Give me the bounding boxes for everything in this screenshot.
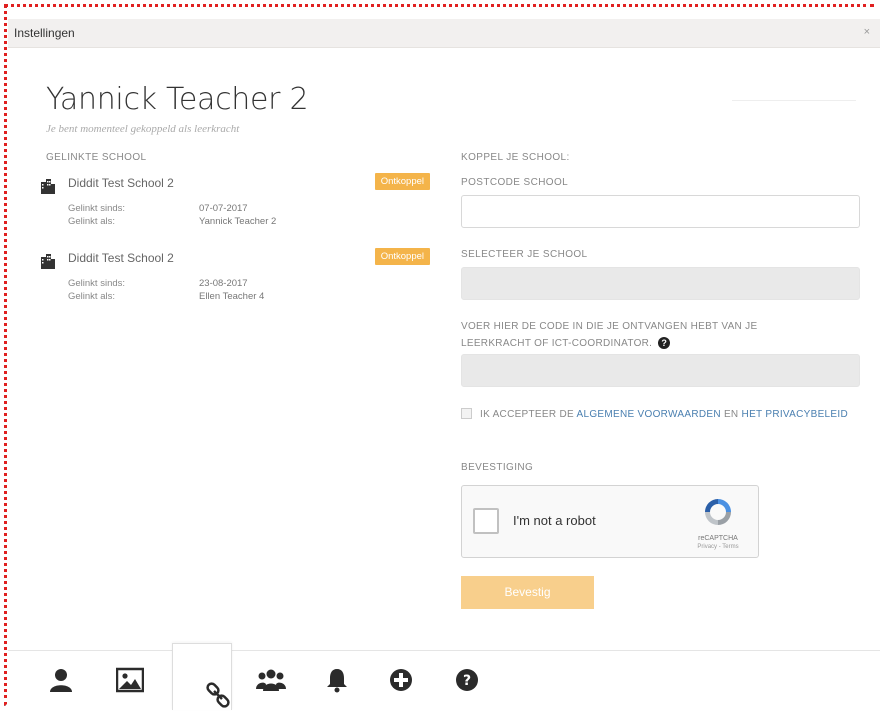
school-select[interactable] <box>461 267 860 300</box>
tab-add[interactable] <box>372 651 430 709</box>
tab-help[interactable]: ? <box>438 651 496 709</box>
linked-as-label: Gelinkt als: <box>68 291 115 302</box>
unlink-button[interactable]: Ontkoppel <box>374 173 430 190</box>
tab-notifications[interactable] <box>308 651 366 709</box>
recaptcha-widget: I'm not a robot reCAPTCHA Privacy - Term… <box>461 485 759 558</box>
recaptcha-brand: reCAPTCHA <box>698 535 738 542</box>
linked-since-value: 23-08-2017 <box>199 278 248 289</box>
recaptcha-checkbox[interactable] <box>473 508 499 534</box>
recaptcha-logo: reCAPTCHA Privacy - Terms <box>688 496 748 550</box>
tab-profile[interactable] <box>32 651 90 709</box>
recaptcha-icon <box>702 499 734 532</box>
select-school-label: SELECTEER JE SCHOOL <box>461 249 588 260</box>
window-titlebar: Instellingen × <box>8 19 880 48</box>
linked-school-item: Diddit Test School 2 Ontkoppel Gelinkt s… <box>40 248 435 321</box>
code-label: VOER HIER DE CODE IN DIE JE ONTVANGEN HE… <box>461 318 821 352</box>
postcode-input[interactable] <box>461 195 860 228</box>
close-button[interactable]: × <box>864 26 870 38</box>
confirm-button[interactable]: Bevestig <box>461 576 594 609</box>
recaptcha-links[interactable]: Privacy - Terms <box>688 544 748 550</box>
linked-as-label: Gelinkt als: <box>68 216 115 227</box>
tab-groups[interactable] <box>240 651 298 709</box>
linked-school-label: GELINKTE SCHOOL <box>46 152 147 163</box>
link-school-heading: KOPPEL JE SCHOOL: <box>461 152 570 163</box>
divider <box>732 100 856 101</box>
linked-as-value: Yannick Teacher 2 <box>199 216 277 227</box>
terms-prefix: IK ACCEPTEER DE <box>480 409 574 420</box>
school-name: Diddit Test School 2 <box>68 176 174 190</box>
school-name: Diddit Test School 2 <box>68 251 174 265</box>
window-title: Instellingen <box>14 26 75 40</box>
linked-since-label: Gelinkt sinds: <box>68 203 126 214</box>
privacy-link[interactable]: HET PRIVACYBELEID <box>742 409 848 420</box>
profile-name: Yannick Teacher 2 <box>46 82 309 117</box>
unlink-button[interactable]: Ontkoppel <box>374 248 430 265</box>
code-input[interactable] <box>461 354 860 387</box>
profile-subtitle: Je bent momenteel gekoppeld als leerkrac… <box>46 123 240 135</box>
confirmation-label: BEVESTIGING <box>461 462 534 473</box>
recaptcha-label: I'm not a robot <box>513 513 596 528</box>
postcode-label: POSTCODE SCHOOL <box>461 177 569 188</box>
terms-link[interactable]: ALGEMENE VOORWAARDEN <box>577 409 721 420</box>
terms-checkbox[interactable] <box>461 407 472 419</box>
linked-since-label: Gelinkt sinds: <box>68 278 126 289</box>
bottom-tab-bar: ? <box>8 643 880 710</box>
tab-link[interactable] <box>172 643 232 710</box>
help-icon[interactable]: ? <box>658 337 671 350</box>
building-icon <box>40 253 56 269</box>
svg-text:?: ? <box>463 673 471 689</box>
code-label-text: VOER HIER DE CODE IN DIE JE ONTVANGEN HE… <box>461 321 758 349</box>
linked-as-value: Ellen Teacher 4 <box>199 291 265 302</box>
terms-mid: EN <box>723 409 739 420</box>
linked-since-value: 07-07-2017 <box>199 203 248 214</box>
linked-school-item: Diddit Test School 2 Ontkoppel Gelinkt s… <box>40 173 435 246</box>
building-icon <box>40 178 56 194</box>
tab-avatar[interactable] <box>100 651 158 709</box>
terms-row: IK ACCEPTEER DE ALGEMENE VOORWAARDEN EN … <box>461 406 851 423</box>
